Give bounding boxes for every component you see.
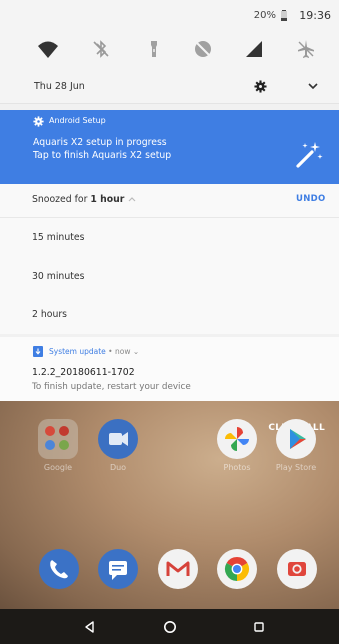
app-label-duo: Duo	[109, 463, 127, 472]
navigation-bar	[0, 609, 339, 644]
android-setup-notification[interactable]: Android Setup Aquaris X2 setup in progre…	[0, 110, 339, 184]
system-update-icon	[33, 346, 43, 357]
camera-icon[interactable]	[277, 549, 317, 589]
snooze-option-15-minutes[interactable]: 15 minutes	[32, 232, 84, 243]
notification-text: To finish update, restart your device	[32, 382, 191, 392]
snooze-notification: Snoozed for 1 hour UNDO 15 minutes 30 mi…	[0, 184, 339, 334]
airplane-icon[interactable]	[295, 38, 317, 60]
play-store-icon[interactable]	[276, 419, 316, 459]
snooze-duration: 1 hour	[90, 194, 125, 205]
folder-grid-icon	[45, 426, 69, 450]
notification-title: Aquaris X2 setup in progress	[33, 137, 167, 148]
messages-icon[interactable]	[98, 549, 138, 589]
notification-app-name: Android Setup	[49, 116, 106, 125]
notification-time: • now ⌄	[105, 347, 140, 356]
flashlight-icon[interactable]	[143, 38, 165, 60]
recents-icon[interactable]	[251, 619, 267, 635]
google-folder-icon[interactable]	[38, 419, 78, 459]
snooze-option-30-minutes[interactable]: 30 minutes	[32, 271, 84, 282]
notification-title: 1.2.2_20180611-1702	[32, 367, 135, 378]
back-icon[interactable]	[82, 619, 98, 635]
video-camera-icon	[109, 432, 128, 446]
clock: 19:36	[299, 9, 331, 22]
duo-icon[interactable]	[98, 419, 138, 459]
quick-settings-row	[0, 30, 339, 70]
date-label: Thu 28 Jun	[34, 81, 85, 92]
snooze-option-2-hours[interactable]: 2 hours	[32, 309, 67, 320]
gmail-icon[interactable]	[158, 549, 198, 589]
handset-icon	[50, 560, 68, 579]
chrome-icon[interactable]	[217, 549, 257, 589]
bluetooth-off-icon[interactable]	[90, 38, 112, 60]
chat-bubble-icon	[109, 561, 127, 580]
status-bar: 20% 19:36	[0, 0, 339, 30]
settings-gear-icon	[33, 116, 44, 127]
battery-percentage: 20%	[253, 10, 276, 21]
battery-icon	[281, 10, 287, 21]
chevron-up-icon[interactable]	[128, 196, 136, 202]
magic-wand-icon	[296, 142, 323, 168]
notification-text: Tap to finish Aquaris X2 setup	[33, 150, 172, 161]
chevron-down-icon[interactable]	[308, 82, 318, 91]
chrome-logo-icon	[224, 556, 250, 581]
undo-button[interactable]: UNDO	[296, 194, 326, 204]
wifi-icon[interactable]	[37, 38, 59, 60]
snooze-status: Snoozed for 1 hour	[32, 194, 125, 205]
envelope-m-icon	[166, 561, 190, 576]
pinwheel-icon	[225, 427, 249, 451]
mobile-signal-icon[interactable]	[243, 38, 265, 60]
app-label-play-store: Play Store	[275, 463, 317, 472]
app-label-photos: Photos	[223, 463, 251, 472]
home-icon[interactable]	[162, 619, 178, 635]
do-not-disturb-icon[interactable]	[192, 38, 214, 60]
phone-icon[interactable]	[39, 549, 79, 589]
system-update-notification[interactable]: System update • now ⌄ 1.2.2_20180611-170…	[0, 337, 339, 401]
play-triangle-icon	[290, 429, 306, 449]
home-screen: CLEAR ALL Google Duo Photos Pl	[0, 401, 339, 609]
gear-icon[interactable]	[254, 80, 267, 93]
date-row: Thu 28 Jun	[0, 70, 339, 104]
notification-app-name: System update • now ⌄	[49, 347, 140, 356]
app-label-google: Google	[43, 463, 73, 472]
snooze-header[interactable]: Snoozed for 1 hour UNDO	[0, 184, 339, 218]
camera-lens-icon	[288, 562, 306, 576]
photos-icon[interactable]	[217, 419, 257, 459]
